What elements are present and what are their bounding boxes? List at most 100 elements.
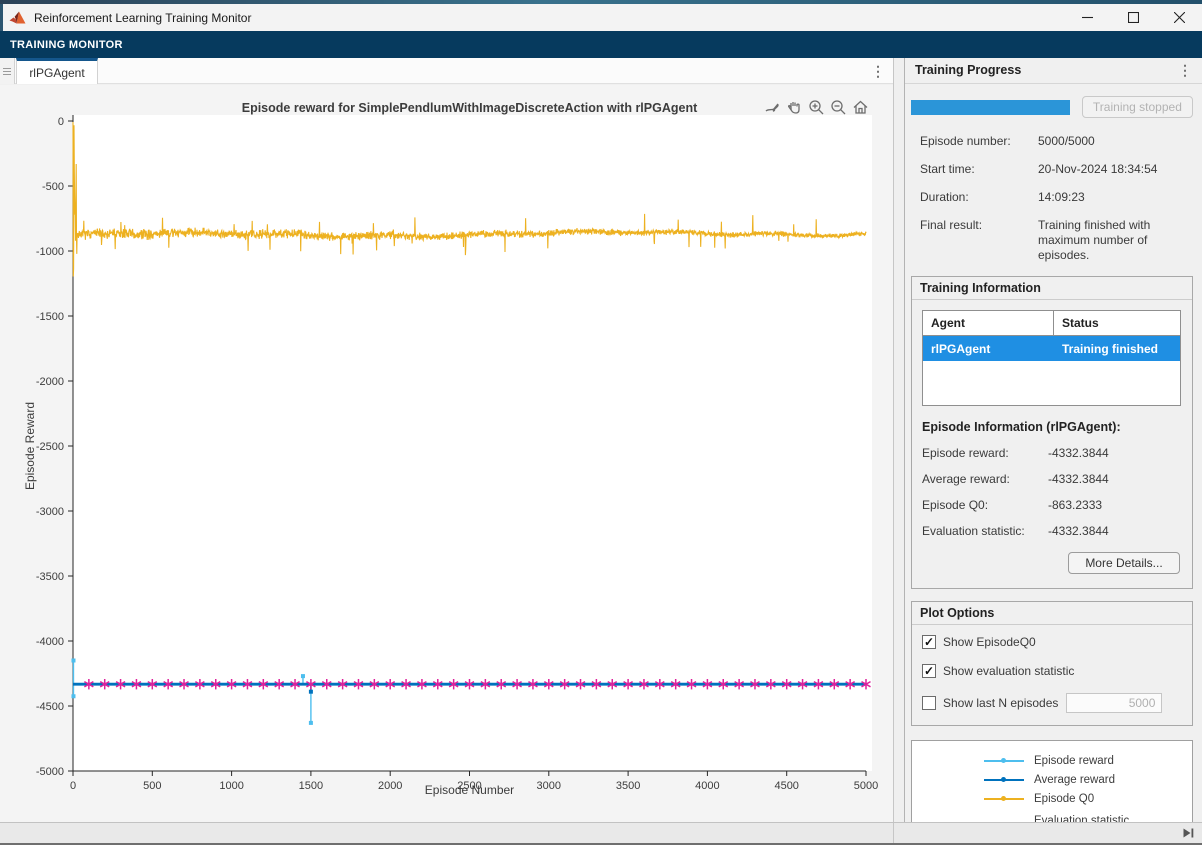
plot-options-title: Plot Options — [912, 602, 1192, 625]
legend-item-episode-reward: Episode reward — [912, 751, 1192, 770]
y-axis-label: Episode Reward — [23, 401, 37, 491]
y-tick-label: -3000 — [36, 506, 64, 518]
matlab-logo-icon — [9, 11, 26, 24]
episode-information-title: Episode Information (rlPGAgent): — [922, 420, 1121, 434]
y-tick-label: -4000 — [36, 636, 64, 648]
panel-splitter[interactable] — [893, 58, 905, 822]
agent-status-table: Agent Status rlPGAgent Training finished — [922, 310, 1181, 406]
tab-options-kebab-icon[interactable]: ⋮ — [868, 61, 888, 81]
checkbox-label: Show evaluation statistic — [943, 664, 1075, 678]
training-stopped-button[interactable]: Training stopped — [1081, 96, 1193, 118]
stat-value: -4332.3844 — [1048, 472, 1109, 486]
training-information-title: Training Information — [912, 277, 1192, 300]
close-button[interactable] — [1156, 4, 1202, 31]
table-row[interactable]: rlPGAgent Training finished — [923, 336, 1180, 361]
column-header-status: Status — [1062, 316, 1099, 330]
document-tab-bar: rlPGAgent ⋮ — [0, 58, 893, 84]
title-bar: Reinforcement Learning Training Monitor — [0, 4, 1202, 31]
y-tick-label: -1500 — [36, 311, 64, 323]
cell-agent: rlPGAgent — [931, 341, 991, 356]
checkbox-label: Show EpisodeQ0 — [943, 635, 1036, 649]
show-episodeq0-checkbox[interactable]: ✓ — [922, 635, 936, 649]
field-value: 14:09:23 — [1038, 190, 1085, 204]
episode-reward-chart[interactable]: 0 500 1000 1500 2000 2500 3000 3500 4000 4500 5000… — [0, 85, 893, 822]
field-label: Start time: — [920, 162, 975, 176]
pan-icon[interactable] — [785, 98, 804, 117]
tab-rlpgagent[interactable]: rlPGAgent — [16, 58, 98, 84]
y-tick-label: -2500 — [36, 441, 64, 453]
progress-fields: Episode number: 5000/5000 Start time: 20… — [920, 134, 1194, 263]
chart-figure: 0 500 1000 1500 2000 2500 3000 3500 4000 4500 5000… — [0, 85, 893, 822]
stat-value: -4332.3844 — [1048, 446, 1109, 460]
field-episode-number: Episode number: 5000/5000 — [920, 134, 1194, 149]
legend-label: Evaluation statistic (MeanEpisodeReward) — [1034, 815, 1130, 822]
training-progress-panel: Training Progress ⋮ Training stopped Epi… — [905, 58, 1202, 822]
stat-evaluation-statistic: Evaluation statistic: -4332.3844 — [922, 524, 1182, 538]
option-show-episodeq0: ✓ Show EpisodeQ0 — [922, 635, 1182, 649]
y-tick-label: -4500 — [36, 701, 64, 713]
cell-status: Training finished — [1062, 341, 1159, 356]
stat-label: Evaluation statistic: — [922, 524, 1025, 538]
progress-fill — [911, 99, 1070, 115]
zoom-in-icon[interactable] — [807, 98, 826, 117]
last-n-episodes-input[interactable] — [1066, 693, 1163, 713]
stat-label: Episode reward: — [922, 446, 1009, 460]
panel-header: Training Progress ⋮ — [905, 58, 1202, 84]
app-window: Reinforcement Learning Training Monitor … — [0, 0, 1202, 845]
stat-value: -863.2333 — [1048, 498, 1103, 512]
legend-item-average-reward: Average reward — [912, 770, 1192, 789]
episode-reward-line-marker — [984, 758, 1024, 763]
column-header-agent: Agent — [923, 311, 1054, 335]
chart-title: Episode reward for SimplePendlumWithImag… — [241, 101, 698, 115]
episode-q0-line-marker — [984, 796, 1024, 801]
training-progress-bar — [911, 99, 1070, 115]
legend-item-evaluation-statistic: Evaluation statistic (MeanEpisodeReward) — [912, 814, 1192, 822]
field-label: Final result: — [920, 218, 983, 232]
status-bar — [0, 822, 1202, 844]
option-show-last-n-episodes: Show last N episodes — [922, 693, 1182, 713]
stat-episode-q0: Episode Q0: -863.2333 — [922, 498, 1182, 512]
stat-label: Episode Q0: — [922, 498, 989, 512]
panel-title: Training Progress — [915, 63, 1022, 77]
y-tick-label: -1000 — [36, 246, 64, 258]
training-information-box: Training Information Agent Status rlPGAg… — [911, 276, 1193, 589]
table-empty-area — [923, 361, 1180, 405]
plot-options-box: Plot Options ✓ Show EpisodeQ0 ✓ Show eva… — [911, 601, 1193, 726]
legend-item-episode-q0: Episode Q0 — [912, 789, 1192, 808]
minimize-button[interactable] — [1064, 4, 1110, 31]
more-details-button[interactable]: More Details... — [1068, 552, 1180, 574]
stat-average-reward: Average reward: -4332.3844 — [922, 472, 1182, 486]
legend-label: Average reward — [1034, 773, 1115, 786]
field-value: 20-Nov-2024 18:34:54 — [1038, 162, 1158, 176]
show-last-n-episodes-checkbox[interactable] — [922, 696, 936, 710]
field-label: Duration: — [920, 190, 969, 204]
y-tick-label: -500 — [42, 181, 64, 193]
field-value: 5000/5000 — [1038, 134, 1095, 148]
stat-label: Average reward: — [922, 472, 1010, 486]
axes-toolbar — [763, 98, 870, 117]
y-tick-label: -3500 — [36, 571, 64, 583]
zoom-out-icon[interactable] — [829, 98, 848, 117]
skip-to-end-icon[interactable] — [1181, 826, 1195, 840]
table-header-row: Agent Status — [923, 311, 1180, 336]
toolstrip-tab-training-monitor[interactable]: TRAINING MONITOR — [10, 39, 123, 51]
edit-plot-icon[interactable] — [763, 98, 782, 117]
field-label: Episode number: — [920, 134, 1011, 148]
checkbox-label: Show last N episodes — [943, 696, 1059, 710]
field-final-result: Final result: Training finished with max… — [920, 218, 1194, 263]
average-reward-line-marker — [984, 777, 1024, 782]
option-show-evaluation-statistic: ✓ Show evaluation statistic — [922, 664, 1182, 678]
plot-area[interactable] — [73, 115, 872, 771]
field-start-time: Start time: 20-Nov-2024 18:34:54 — [920, 162, 1194, 177]
window-title: Reinforcement Learning Training Monitor — [34, 10, 252, 25]
x-axis-label: Episode Number — [424, 783, 515, 797]
legend-label: Episode Q0 — [1034, 792, 1095, 805]
home-restore-view-icon[interactable] — [851, 98, 870, 117]
maximize-button[interactable] — [1110, 4, 1156, 31]
show-evaluation-statistic-checkbox[interactable]: ✓ — [922, 664, 936, 678]
panel-options-kebab-icon[interactable]: ⋮ — [1178, 62, 1192, 79]
stat-episode-reward: Episode reward: -4332.3844 — [922, 446, 1182, 460]
chart-legend: Episode reward Average reward Episode Q0 — [911, 740, 1193, 822]
y-tick-label: -5000 — [36, 766, 64, 778]
tab-grip-icon[interactable] — [0, 58, 15, 84]
